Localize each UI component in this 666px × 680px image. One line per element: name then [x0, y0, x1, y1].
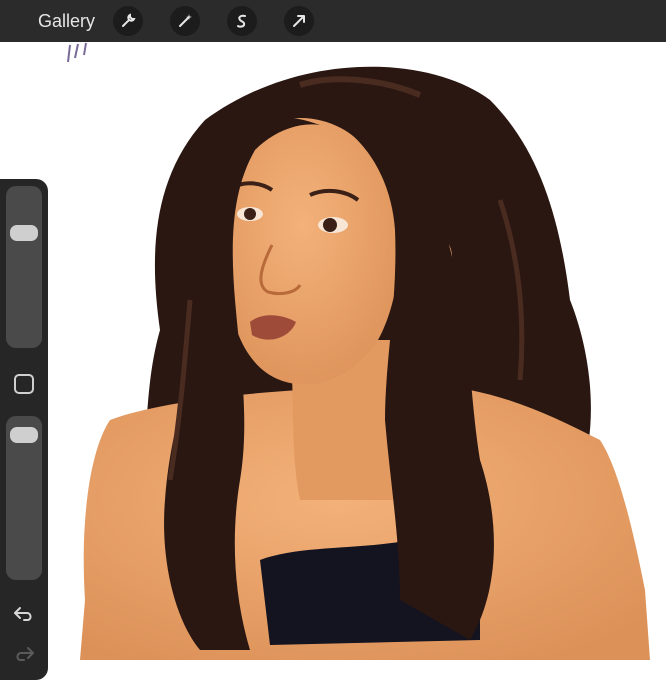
wrench-icon — [122, 13, 136, 27]
undo-button[interactable] — [12, 604, 36, 624]
adjustments-button[interactable] — [170, 6, 201, 36]
selection-button[interactable] — [227, 6, 258, 36]
opacity-slider[interactable] — [6, 416, 42, 580]
opacity-thumb[interactable] — [10, 427, 38, 443]
brush-size-thumb[interactable] — [10, 224, 38, 241]
modify-square-icon[interactable] — [14, 374, 34, 394]
undo-icon — [14, 607, 32, 621]
drawing-canvas[interactable] — [0, 0, 666, 680]
magic-wand-icon — [179, 14, 193, 27]
left-sidebar — [0, 179, 48, 680]
redo-icon — [16, 647, 34, 661]
gallery-button[interactable]: Gallery — [38, 11, 95, 32]
transform-arrow-icon — [293, 15, 306, 27]
transform-button[interactable] — [284, 6, 315, 36]
actions-button[interactable] — [113, 6, 144, 36]
artwork-illustration — [67, 42, 650, 660]
selection-s-icon — [237, 14, 247, 28]
brush-size-slider[interactable] — [6, 186, 42, 348]
top-toolbar: Gallery — [0, 0, 666, 42]
redo-button[interactable] — [12, 644, 36, 664]
